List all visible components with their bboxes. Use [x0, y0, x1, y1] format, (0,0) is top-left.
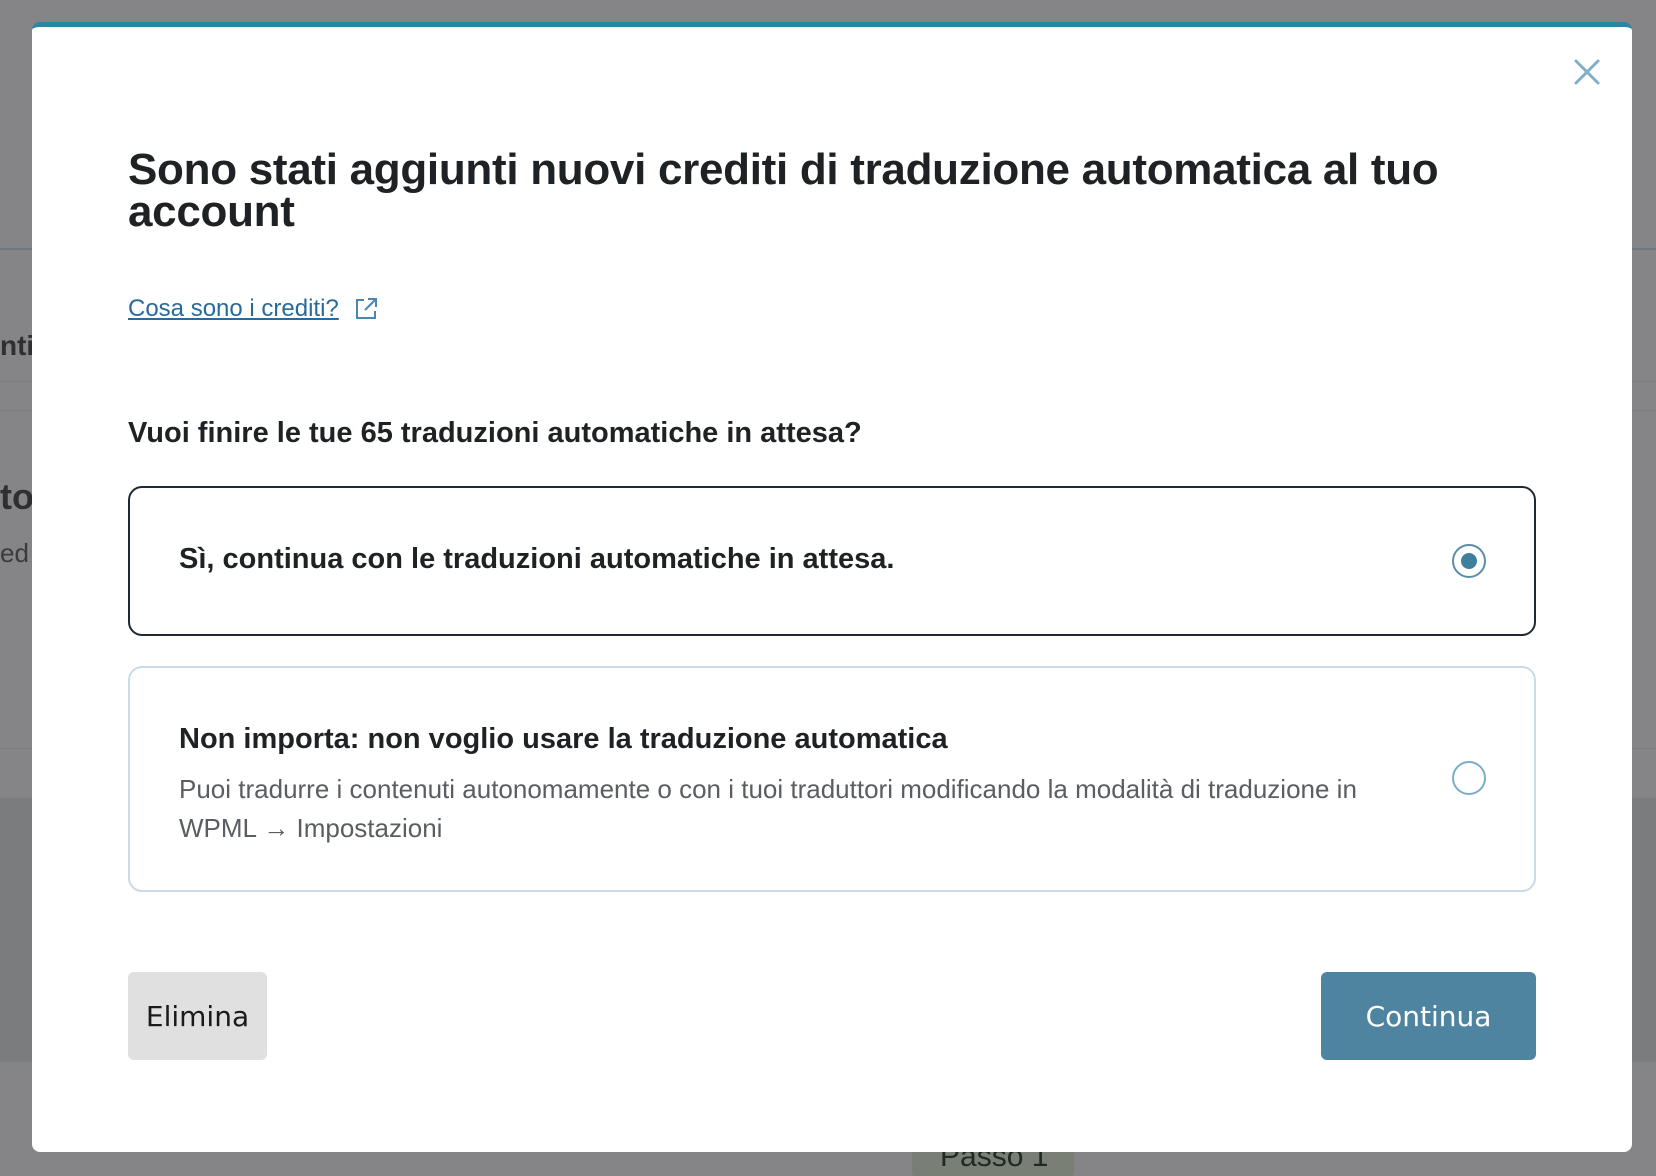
- help-link-row: Cosa sono i crediti?: [128, 295, 379, 323]
- help-link[interactable]: Cosa sono i crediti?: [128, 295, 339, 323]
- option-label: Sì, continua con le traduzioni automatic…: [179, 543, 895, 575]
- option-label: Non importa: non voglio usare la traduzi…: [179, 723, 948, 755]
- background-body-text: ed: [0, 538, 29, 568]
- continue-button[interactable]: Continua: [1321, 972, 1536, 1060]
- external-link-icon[interactable]: [353, 296, 379, 322]
- option-description: Puoi tradurre i contenuti autonomamente …: [179, 774, 1357, 843]
- modal-title: Sono stati aggiunti nuovi crediti di tra…: [128, 145, 1439, 236]
- radio-button-selected[interactable]: [1452, 544, 1486, 578]
- background-tab-text: nti: [0, 330, 35, 361]
- question-text: Vuoi finire le tue 65 traduzioni automat…: [128, 417, 862, 449]
- option-continue-pending[interactable]: Sì, continua con le traduzioni automatic…: [128, 486, 1536, 636]
- delete-button[interactable]: Elimina: [128, 972, 267, 1060]
- credits-modal: Sono stati aggiunti nuovi crediti di tra…: [32, 22, 1632, 1152]
- radio-dot: [1461, 553, 1477, 569]
- close-button[interactable]: [1572, 57, 1602, 87]
- option-skip-automatic[interactable]: Non importa: non voglio usare la traduzi…: [128, 666, 1536, 892]
- radio-button[interactable]: [1452, 761, 1486, 795]
- close-icon: [1574, 59, 1600, 85]
- background-heading-text: to: [0, 476, 34, 517]
